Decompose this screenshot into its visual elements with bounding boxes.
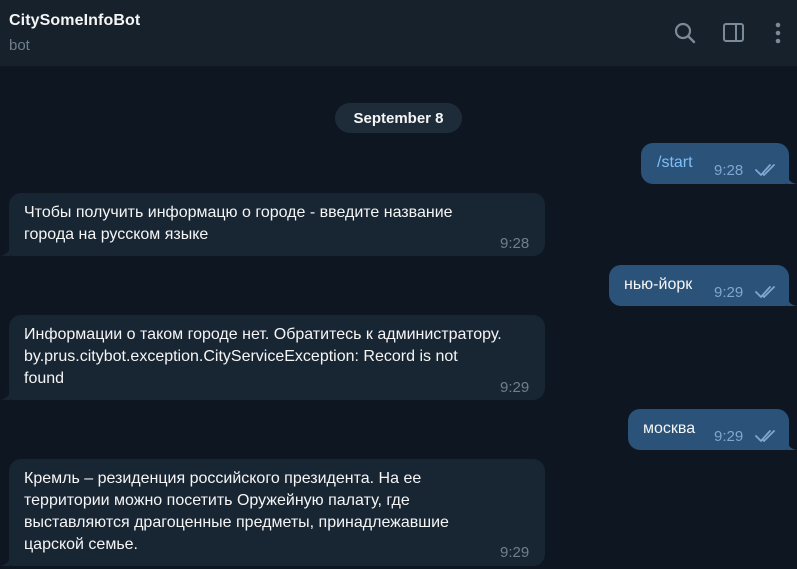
incoming-message[interactable]: Чтобы получить информацю о городе - введ… (9, 193, 545, 256)
message-text: выставляются драгоценные предметы, прина… (24, 514, 449, 531)
message-time: 9:29 (500, 544, 530, 561)
more-vertical-icon[interactable] (767, 20, 789, 46)
message-text: Чтобы получить информацю о городе - введ… (24, 204, 453, 221)
message-text: территории можно посетить Оружейную пала… (24, 492, 410, 509)
bot-command-link[interactable]: /start (657, 152, 693, 174)
message-time: 9:28 (714, 162, 744, 179)
date-badge: September 8 (335, 103, 462, 133)
search-icon[interactable] (672, 20, 698, 46)
double-check-icon (755, 164, 775, 176)
incoming-message[interactable]: Информации о таком городе нет. Обратитес… (9, 315, 545, 400)
bubble-tail (787, 438, 797, 450)
message-list[interactable]: September 8 /start 9:28 Чтобы получить и… (0, 68, 797, 569)
message-time: 9:28 (500, 235, 530, 252)
outgoing-message[interactable]: москва 9:29 (628, 409, 789, 450)
bubble-tail (0, 244, 10, 256)
bubble-tail (787, 294, 797, 306)
message-time: 9:29 (714, 428, 744, 445)
message-text: города на русском языке (24, 226, 209, 243)
double-check-icon (755, 286, 775, 298)
message-text: царской семье. (24, 536, 138, 553)
message-text: Кремль – резиденция российского президен… (24, 470, 422, 487)
message-text: нью-йорк (624, 276, 693, 293)
chat-header[interactable]: CitySomeInfoBot bot (0, 0, 797, 67)
message-text: москва (643, 420, 696, 437)
message-time: 9:29 (714, 284, 744, 301)
incoming-message[interactable]: Кремль – резиденция российского президен… (9, 459, 545, 566)
bubble-tail (0, 388, 10, 400)
chat-title[interactable]: CitySomeInfoBot (9, 12, 140, 30)
message-text: by.prus.citybot.exception.CityServiceExc… (24, 348, 458, 365)
double-check-icon (755, 430, 775, 442)
chat-status: bot (9, 37, 30, 54)
message-text: found (24, 370, 65, 387)
telegram-window: CitySomeInfoBot bot September 8 /start 9… (0, 0, 797, 569)
sidebar-panel-icon[interactable] (721, 20, 747, 46)
outgoing-message[interactable]: нью-йорк 9:29 (609, 265, 789, 306)
bubble-tail (787, 172, 797, 184)
message-text: Информации о таком городе нет. Обратитес… (24, 326, 502, 343)
message-time: 9:29 (500, 379, 530, 396)
bubble-tail (0, 554, 10, 566)
outgoing-message[interactable]: /start 9:28 (641, 143, 789, 184)
